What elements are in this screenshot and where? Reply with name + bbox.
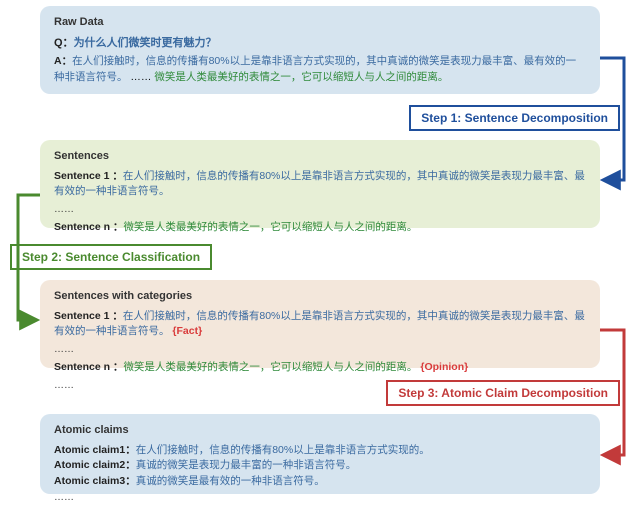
sentence-list: Sentence 1 ：在人们接触时，信息的传播有80%以上是靠非语言方式实现的…: [54, 169, 586, 254]
category-tag: {Fact}: [172, 325, 202, 337]
answer-line: A：在人们接触时，信息的传播有80%以上是靠非语言方式实现的，其中真诚的微笑是表…: [54, 53, 586, 86]
sentence-text: 微笑是人类最美好的表情之一，它可以缩短人与人之间的距离。: [123, 361, 417, 373]
step-3-label: Step 3: Atomic Claim Decomposition: [386, 380, 620, 406]
sentence-row: Sentence n ：微笑是人类最美好的表情之一，它可以缩短人与人之间的距离。: [54, 220, 586, 236]
ellipsis: ……: [54, 490, 586, 505]
claim-text: 在人们接触时，信息的传播有80%以上是靠非语言方式实现的。: [136, 444, 430, 456]
sentence-label: Sentence n ：: [54, 221, 123, 233]
a-green: 微笑是人类最美好的表情之一，它可以缩短人与人之间的距离。: [154, 71, 448, 83]
claim-text: 真诚的微笑是表现力最丰富的一种非语言符号。: [136, 459, 357, 471]
claim-row: Atomic claim3：真诚的微笑是最有效的一种非语言符号。: [54, 474, 586, 490]
category-row: Sentence 1 ：在人们接触时，信息的传播有80%以上是靠非语言方式实现的…: [54, 309, 586, 341]
sentence-text: 在人们接触时，信息的传播有80%以上是靠非语言方式实现的，其中真诚的微笑是表现力…: [54, 170, 585, 198]
a-prefix: A：: [54, 55, 72, 67]
a-mid: ……: [128, 71, 155, 83]
sentence-text: 在人们接触时，信息的传播有80%以上是靠非语言方式实现的，其中真诚的微笑是表现力…: [54, 310, 585, 338]
sentence-row: ……: [54, 202, 586, 218]
question-line: Q：为什么人们微笑时更有魅力？: [54, 35, 586, 52]
sentence-label: Sentence n ：: [54, 361, 123, 373]
claim-row: Atomic claim2：真诚的微笑是表现力最丰富的一种非语言符号。: [54, 458, 586, 474]
sentences-panel: Sentences Sentence 1 ：在人们接触时，信息的传播有80%以上…: [40, 140, 600, 228]
category-row: ……: [54, 342, 586, 358]
ellipsis: ……: [54, 204, 74, 215]
sentence-row: Sentence 1 ：在人们接触时，信息的传播有80%以上是靠非语言方式实现的…: [54, 169, 586, 201]
claim-label: Atomic claim1：: [54, 444, 136, 456]
claim-list: Atomic claim1：在人们接触时，信息的传播有80%以上是靠非语言方式实…: [54, 443, 586, 505]
sentences-title: Sentences: [54, 148, 586, 165]
q-text: 为什么人们微笑时更有魅力？: [74, 37, 217, 49]
claims-title: Atomic claims: [54, 422, 586, 439]
categories-title: Sentences with categories: [54, 288, 586, 305]
raw-data-panel: Raw Data Q：为什么人们微笑时更有魅力？ A：在人们接触时，信息的传播有…: [40, 6, 600, 94]
ellipsis: ……: [54, 344, 74, 355]
step-2-label: Step 2: Sentence Classification: [10, 244, 212, 270]
ellipsis: ……: [54, 380, 74, 391]
sentence-label: Sentence 1 ：: [54, 170, 123, 182]
sentence-label: Sentence 1 ：: [54, 310, 123, 322]
claim-row: Atomic claim1：在人们接触时，信息的传播有80%以上是靠非语言方式实…: [54, 443, 586, 459]
category-tag: {Opinion}: [420, 361, 468, 373]
category-row: Sentence n ：微笑是人类最美好的表情之一，它可以缩短人与人之间的距离。…: [54, 360, 586, 376]
sentence-text: 微笑是人类最美好的表情之一，它可以缩短人与人之间的距离。: [123, 221, 417, 233]
claim-text: 真诚的微笑是最有效的一种非语言符号。: [136, 475, 325, 487]
claims-panel: Atomic claims Atomic claim1：在人们接触时，信息的传播…: [40, 414, 600, 494]
claim-label: Atomic claim2：: [54, 459, 136, 471]
step-1-label: Step 1: Sentence Decomposition: [409, 105, 620, 131]
raw-title: Raw Data: [54, 14, 586, 31]
categories-panel: Sentences with categories Sentence 1 ：在人…: [40, 280, 600, 368]
claim-label: Atomic claim3：: [54, 475, 136, 487]
q-prefix: Q：: [54, 37, 74, 49]
